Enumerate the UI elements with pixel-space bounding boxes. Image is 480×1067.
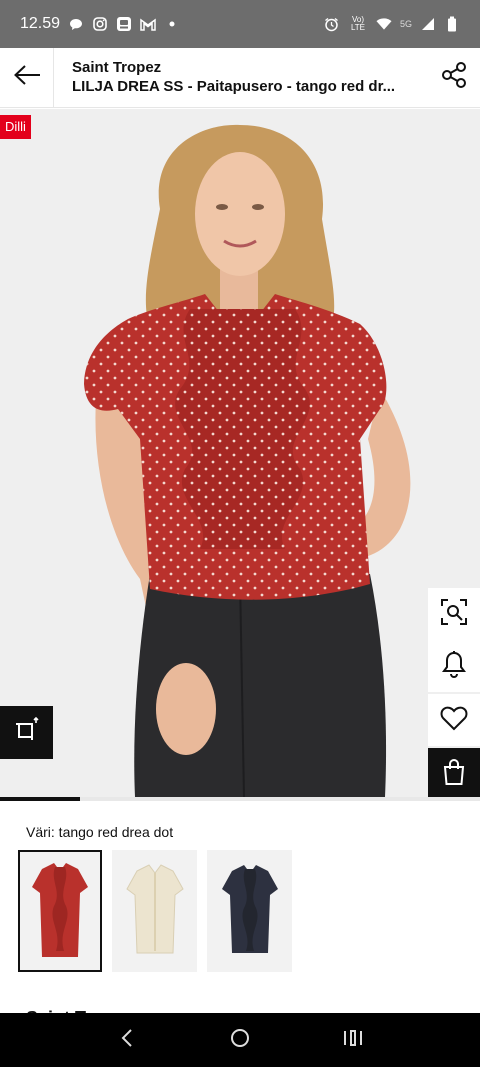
back-nav-icon (120, 1028, 134, 1052)
brand-name: Saint Tropez (72, 59, 162, 76)
system-nav-bar (0, 1013, 480, 1067)
volte-icon: Vo) LTE (350, 15, 366, 32)
visual-search-icon (440, 598, 468, 631)
discount-badge: Dilli (0, 115, 31, 139)
signal-icon (420, 16, 436, 32)
color-swatch-red[interactable] (18, 850, 102, 972)
app-icon (116, 16, 132, 32)
recents-nav-icon (343, 1029, 363, 1052)
status-right-icons: Vo) LTE 5G (324, 16, 460, 32)
nav-back-button[interactable] (107, 1020, 147, 1060)
app-header: Saint Tropez LILJA DREA SS - Paitapusero… (0, 47, 480, 108)
visual-search-button[interactable] (428, 588, 480, 640)
5g-icon: 5G (399, 19, 412, 29)
color-swatch-cream[interactable] (112, 850, 197, 972)
notify-button[interactable] (428, 640, 480, 692)
product-title: LILJA DREA SS - Paitapusero - tango red … (72, 78, 396, 95)
blouse-thumbnail-red (32, 863, 88, 957)
blouse-thumbnail-cream (125, 864, 184, 954)
product-photo (0, 109, 480, 797)
header-titles: Saint Tropez LILJA DREA SS - Paitapusero… (54, 58, 428, 97)
rotate-view-icon (13, 716, 41, 749)
alarm-icon (324, 16, 340, 32)
nav-home-button[interactable] (220, 1020, 260, 1060)
chat-bubble-icon (68, 16, 84, 32)
status-bar: 12.59 Vo) LTE 5G (0, 0, 480, 48)
color-swatch-navy[interactable] (207, 850, 292, 972)
arrow-left-icon (13, 64, 41, 91)
wifi-icon (376, 16, 392, 32)
bell-icon (442, 650, 466, 683)
rotate-view-button[interactable] (0, 706, 53, 759)
gmail-icon (140, 16, 156, 32)
color-label: Väri: tango red drea dot (26, 824, 174, 840)
instagram-icon (92, 16, 108, 32)
favorite-button[interactable] (428, 694, 480, 746)
dot-icon (164, 16, 180, 32)
heart-icon (440, 705, 468, 736)
status-left-icons (68, 16, 180, 32)
color-swatches (18, 850, 292, 972)
blouse-thumbnail-navy (221, 865, 278, 953)
image-progress-bar (0, 797, 480, 801)
share-button[interactable] (428, 48, 480, 108)
share-icon (440, 61, 468, 94)
product-image[interactable]: Dilli (0, 109, 480, 797)
battery-icon (444, 16, 460, 32)
home-nav-icon (230, 1028, 250, 1053)
add-to-bag-button[interactable] (428, 748, 480, 800)
image-progress-fill (0, 797, 80, 801)
bag-icon (442, 758, 466, 791)
nav-recents-button[interactable] (333, 1020, 373, 1060)
back-button[interactable] (0, 47, 54, 108)
status-time: 12.59 (20, 15, 61, 32)
